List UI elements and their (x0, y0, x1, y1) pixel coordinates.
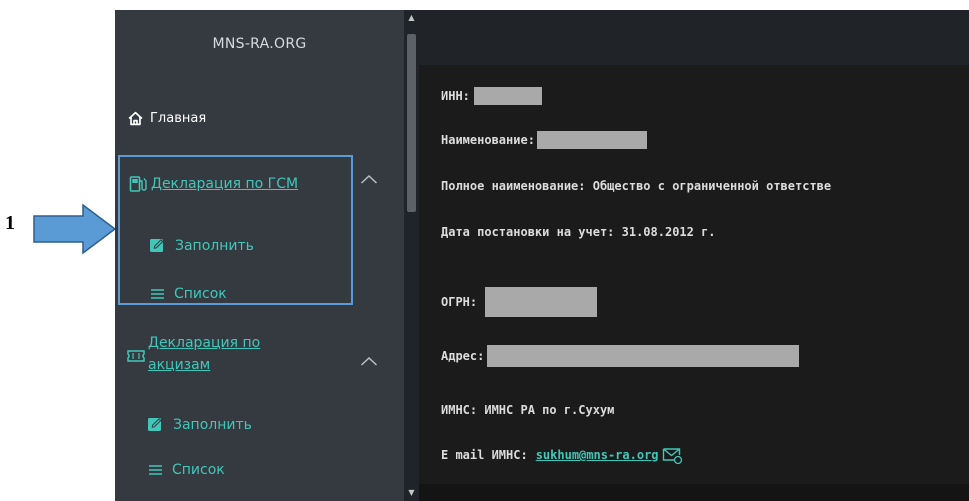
sidebar-scrollbar[interactable]: ▲ ▼ (404, 10, 419, 501)
annotation-arrow-icon (33, 203, 117, 255)
ogrn-row: ОГРН: (441, 287, 598, 317)
top-bar (419, 10, 969, 65)
ogrn-redacted (485, 287, 598, 317)
ogrn-label: ОГРН: (441, 295, 478, 309)
mail-send-icon[interactable] (662, 446, 683, 464)
address-row: Адрес: (441, 345, 800, 367)
sidebar-item-excise-label-line2[interactable]: акцизам (148, 354, 260, 376)
sidebar-item-excise-list[interactable]: Список (149, 462, 225, 478)
edit-icon (150, 239, 164, 252)
inn-row: ИНН: (441, 87, 542, 105)
sidebar-item-gsm-fill[interactable]: Заполнить (149, 237, 254, 254)
sidebar-item-gsm-fill-label: Заполнить (175, 237, 254, 254)
email-link[interactable]: sukhum@mns-ra.org (536, 448, 659, 462)
scroll-down-arrow-icon[interactable]: ▼ (404, 487, 419, 499)
inn-redacted (473, 87, 542, 105)
gsm-collapse-chevron-icon[interactable] (360, 170, 378, 188)
name-row: Наименование: (441, 131, 647, 149)
full-name-row: Полное наименование: Общество с ограниче… (441, 179, 831, 193)
inn-label: ИНН: (441, 89, 470, 103)
sidebar-item-excise-fill[interactable]: Заполнить (147, 416, 252, 433)
content-cutoff (419, 484, 969, 501)
address-label: Адрес: (441, 349, 485, 363)
full-name-text: Полное наименование: Общество с ограниче… (441, 179, 832, 193)
home-icon (128, 111, 143, 126)
email-row: E mail ИМНС: sukhum@mns-ra.org (441, 446, 683, 464)
imns-text: ИМНС: ИМНС РА по г.Сухум (441, 403, 615, 417)
address-redacted (487, 345, 800, 367)
reg-date-row: Дата постановки на учет: 31.08.2012 г. (441, 225, 716, 239)
sidebar-item-excise-label-line1[interactable]: Декларация по (148, 332, 260, 354)
sidebar-item-gsm-list[interactable]: Список (151, 286, 227, 302)
sidebar-item-gsm-declaration-label[interactable]: Декларация по ГСМ (151, 176, 298, 192)
reg-date-text: Дата постановки на учет: 31.08.2012 г. (441, 225, 716, 239)
gsm-declaration-group-highlight: Декларация по ГСМ Заполнить Список (118, 155, 353, 305)
scroll-thumb[interactable] (407, 34, 416, 212)
list-icon (151, 289, 164, 299)
sidebar-item-home-label: Главная (150, 111, 207, 126)
sidebar-item-gsm-declaration[interactable]: Декларация по ГСМ (129, 175, 298, 193)
sidebar-item-home[interactable]: Главная (127, 110, 206, 127)
sidebar-item-gsm-list-label: Список (174, 286, 227, 302)
list-icon (149, 465, 162, 475)
name-label: Наименование: (441, 133, 535, 147)
sidebar: MNS-RA.ORG Главная Декларация по ГСМ Зап… (115, 10, 404, 501)
scroll-up-arrow-icon[interactable]: ▲ (404, 12, 419, 24)
excise-collapse-chevron-icon[interactable] (360, 352, 378, 370)
name-redacted (536, 131, 647, 149)
email-label: E mail ИМНС: (441, 448, 528, 462)
imns-row: ИМНС: ИМНС РА по г.Сухум (441, 403, 614, 417)
ticket-icon (127, 350, 145, 362)
main-panel: ИНН: Наименование: Полное наименование: … (419, 10, 969, 501)
sidebar-item-excise-fill-label: Заполнить (173, 416, 252, 433)
sidebar-item-excise-declaration[interactable]: Декларация по акцизам (127, 332, 260, 376)
fuel-pump-icon (129, 176, 147, 192)
annotation-number: 1 (5, 212, 15, 234)
edit-icon (148, 418, 162, 431)
sidebar-item-excise-list-label: Список (172, 462, 225, 478)
site-logo[interactable]: MNS-RA.ORG (115, 36, 404, 52)
